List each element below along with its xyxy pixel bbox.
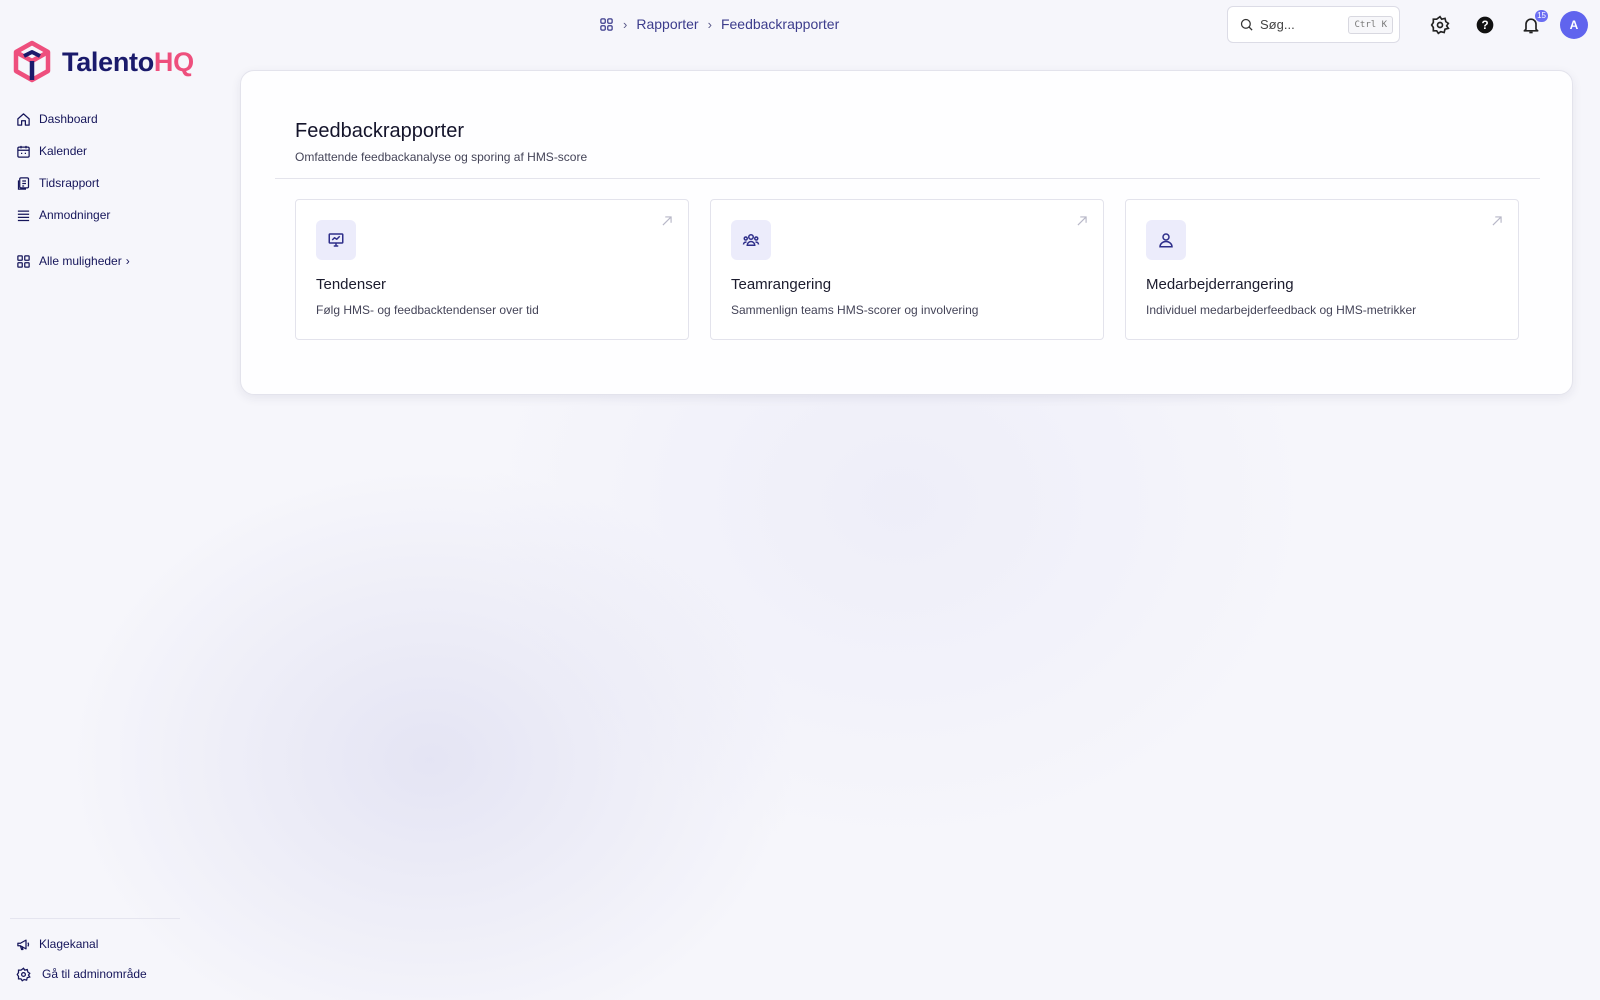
- card-description: Sammenlign teams HMS-scorer og involveri…: [731, 303, 979, 317]
- sidebar-bottom-nav: Klagekanal Gå til adminområde: [16, 935, 147, 995]
- sidebar-item-admin[interactable]: Gå til adminområde: [16, 965, 147, 983]
- sidebar-item-kalender[interactable]: Kalender: [16, 142, 130, 160]
- main-panel: Feedbackrapporter Omfattende feedbackana…: [240, 70, 1573, 395]
- sidebar-item-label: Dashboard: [39, 112, 98, 126]
- arrow-up-right-icon: [662, 216, 672, 226]
- svg-text:?: ?: [1481, 19, 1488, 32]
- breadcrumb-item-current: Feedbackrapporter: [720, 16, 840, 32]
- timesheet-icon: [17, 176, 30, 190]
- report-cards: Tendenser Følg HMS- og feedbacktendenser…: [295, 199, 1519, 340]
- search-shortcut-hint: Ctrl K: [1348, 15, 1393, 34]
- card-icon-wrap: [316, 220, 356, 260]
- card-icon-wrap: [731, 220, 771, 260]
- logo[interactable]: TalentoHQ: [12, 40, 194, 84]
- chevron-right-icon: ›: [707, 16, 712, 32]
- chevron-right-icon: ›: [125, 254, 130, 268]
- gear-icon: [1430, 15, 1450, 35]
- logo-text-accent: HQ: [153, 46, 194, 77]
- breadcrumb-item-rapporter[interactable]: Rapporter: [636, 16, 698, 32]
- sidebar-item-label: Alle muligheder: [39, 254, 122, 268]
- page-title: Feedbackrapporter: [295, 120, 464, 142]
- arrow-up-right-icon: [1077, 216, 1087, 226]
- calendar-icon: [17, 145, 30, 158]
- search-icon: [1240, 18, 1253, 31]
- card-title: Medarbejderrangering: [1146, 276, 1294, 293]
- help-icon: ?: [1476, 16, 1494, 34]
- grid-icon: [17, 254, 30, 268]
- apps-grid-icon[interactable]: [599, 17, 614, 32]
- card-title: Tendenser: [316, 276, 387, 293]
- logo-text: TalentoHQ: [62, 47, 194, 78]
- help-button[interactable]: ?: [1474, 14, 1496, 36]
- arrow-up-right-icon: [1492, 216, 1502, 226]
- search-box[interactable]: Ctrl K: [1227, 6, 1400, 43]
- card-title: Teamrangering: [731, 276, 832, 293]
- card-teamrangering[interactable]: Teamrangering Sammenlign teams HMS-score…: [710, 199, 1104, 340]
- sidebar-item-label: Tidsrapport: [39, 176, 100, 190]
- list-icon: [17, 210, 30, 221]
- notifications-button[interactable]: 15: [1520, 10, 1548, 36]
- sidebar-item-label: Kalender: [39, 144, 88, 158]
- sidebar-item-label: Gå til adminområde: [42, 967, 147, 981]
- card-medarbejderrangering[interactable]: Medarbejderrangering Individuel medarbej…: [1125, 199, 1519, 340]
- card-icon-wrap: [1146, 220, 1186, 260]
- sidebar-item-klagekanal[interactable]: Klagekanal: [16, 935, 147, 953]
- page-subtitle: Omfattende feedbackanalyse og sporing af…: [295, 150, 588, 164]
- sidebar-item-label: Anmodninger: [39, 208, 111, 222]
- breadcrumb: › Rapporter › Feedbackrapporter: [599, 16, 839, 32]
- cube-logo-icon: [13, 40, 51, 83]
- search-input[interactable]: [1260, 17, 1349, 32]
- megaphone-icon: [17, 939, 30, 950]
- gear-icon: [16, 966, 31, 982]
- presentation-chart-icon: [328, 233, 344, 247]
- panel-divider: [275, 178, 1540, 179]
- card-tendenser[interactable]: Tendenser Følg HMS- og feedbacktendenser…: [295, 199, 689, 340]
- sidebar: TalentoHQ Dashboard Kalender Tidsrapport…: [0, 0, 200, 1000]
- sidebar-item-anmodninger[interactable]: Anmodninger: [16, 206, 130, 224]
- card-description: Følg HMS- og feedbacktendenser over tid: [316, 303, 539, 317]
- card-description: Individuel medarbejderfeedback og HMS-me…: [1146, 303, 1417, 317]
- sidebar-item-dashboard[interactable]: Dashboard: [16, 110, 130, 128]
- team-icon: [742, 234, 760, 246]
- avatar[interactable]: A: [1560, 11, 1588, 39]
- sidebar-item-tidsrapport[interactable]: Tidsrapport: [16, 174, 130, 192]
- sidebar-divider: [10, 918, 180, 919]
- sidebar-item-label: Klagekanal: [39, 937, 99, 951]
- home-icon: [17, 112, 30, 126]
- user-icon: [1159, 233, 1173, 248]
- sidebar-nav: Dashboard Kalender Tidsrapport Anmodning…: [16, 110, 130, 284]
- chevron-right-icon: ›: [623, 16, 628, 32]
- settings-button[interactable]: [1429, 14, 1451, 36]
- notification-count-badge: 15: [1535, 10, 1548, 22]
- sidebar-item-all-options[interactable]: Alle muligheder ›: [16, 252, 130, 270]
- logo-text-primary: Talento: [62, 46, 154, 77]
